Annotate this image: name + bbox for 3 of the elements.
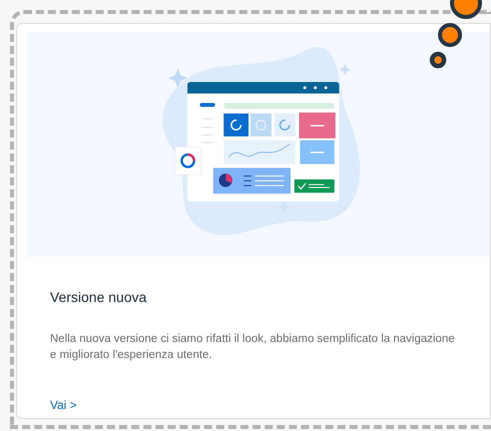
- card-description: Nella nuova versione ci siamo rifatti il look, abbiamo semplificato la navigazione e migliorato l'esperienza utente.: [50, 332, 456, 363]
- go-link[interactable]: Vai >: [50, 397, 77, 413]
- card-title: Versione nuova: [50, 288, 148, 307]
